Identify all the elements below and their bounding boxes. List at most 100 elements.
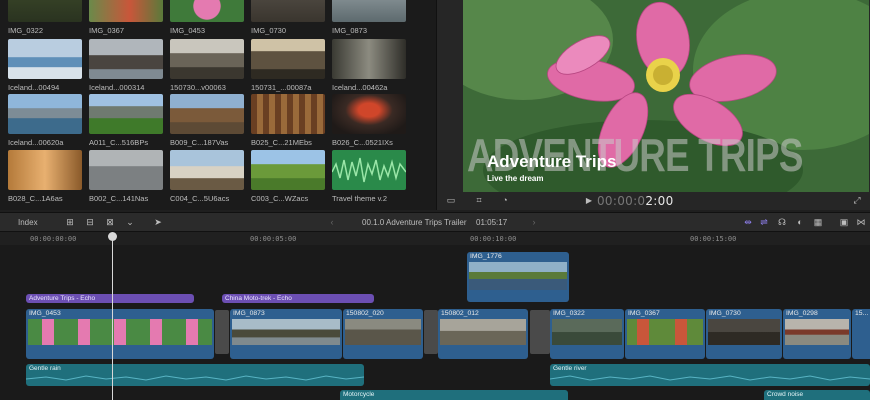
clip-appearance-icon[interactable]: ▦ (812, 217, 824, 228)
primary-clip[interactable]: 150802_020 (343, 309, 423, 359)
playhead[interactable] (112, 234, 113, 400)
primary-clip[interactable]: IMG_0322 (550, 309, 624, 359)
view-options-icon[interactable]: ▭ (445, 195, 457, 206)
clip-filmstrip (785, 319, 849, 345)
clip-label: 150731_...00087a (251, 83, 312, 92)
clip-thumbnail[interactable]: B025_C...21MEbs (251, 94, 325, 147)
clip-thumbnail[interactable]: IMG_0322 (8, 0, 82, 35)
time-ruler[interactable]: 00:00:00:00 00:00:05:00 00:00:10:00 00:0… (0, 232, 870, 245)
waveform-icon (332, 157, 406, 183)
clip-thumbnail[interactable]: B026_C...0521IXs (332, 94, 406, 147)
clip-filmstrip (28, 319, 212, 345)
timeline: 00:00:00:00 00:00:05:00 00:00:10:00 00:0… (0, 232, 870, 400)
timeline-toolbar: Index ⊞ ⊟ ⊠ ⌄ ➤ ‹ 00.1.0 Adventure Trips… (0, 212, 870, 232)
clip-label: Iceland...00620a (8, 138, 64, 147)
clip-label: IMG_0873 (332, 26, 368, 35)
audio-waveform (550, 375, 870, 381)
clip-thumbnail[interactable]: Iceland...00494 (8, 39, 82, 92)
forward-arrow-icon[interactable]: › (528, 217, 540, 228)
fullscreen-icon[interactable]: ⤢ (851, 195, 863, 206)
music-clip[interactable]: Gentle rain (26, 364, 364, 386)
clip-filmstrip (469, 262, 567, 290)
project-title[interactable]: 00.1.0 Adventure Trips Trailer (362, 218, 467, 227)
skimming-icon[interactable]: ⇹ (742, 217, 754, 228)
sound-effect-clip[interactable]: China Moto-trek - Echo (222, 294, 374, 303)
back-arrow-icon[interactable]: ‹ (326, 217, 338, 228)
clip-label: IMG_0453 (170, 26, 206, 35)
transition-clip[interactable] (530, 310, 550, 354)
clip-label: C004_C...5U6acs (170, 194, 230, 203)
clip-filmstrip (345, 319, 421, 345)
sound-effect-clip[interactable]: Adventure Trips - Echo (26, 294, 194, 303)
transitions-icon[interactable]: ⋈ (855, 217, 867, 228)
select-tool-icon[interactable]: ➤ (152, 217, 164, 228)
primary-clip[interactable]: 15... (852, 309, 870, 359)
clip-label: Iceland...00462a (332, 83, 388, 92)
music-clip[interactable]: Motorcycle (340, 390, 568, 400)
clip-thumbnail[interactable]: IMG_0730 (251, 0, 325, 35)
clip-filmstrip (232, 319, 340, 345)
clip-thumbnail[interactable]: 150730...v00063 (170, 39, 244, 92)
clip-filmstrip (627, 319, 703, 345)
clip-label: Iceland...00494 (8, 83, 60, 92)
clip-thumbnail[interactable]: IMG_0873 (332, 0, 406, 35)
music-clip[interactable]: Crowd noise (764, 390, 870, 400)
final-cut-window: IMG_0322 IMG_0367 IMG_0453 IMG_0730 IMG_… (0, 0, 870, 400)
connected-clip[interactable]: IMG_1776 (467, 252, 569, 302)
primary-clip[interactable]: IMG_0873 (230, 309, 342, 359)
play-icon[interactable]: ▶ (583, 195, 595, 206)
clip-thumbnail[interactable]: A011_C...516BPs (89, 94, 163, 147)
clip-thumbnail[interactable]: Travel theme v.2 (332, 150, 406, 203)
insert-icon[interactable]: ⊟ (84, 217, 96, 228)
clip-thumbnail[interactable]: B009_C...187Vas (170, 94, 244, 147)
clip-thumbnail[interactable]: Iceland...00462a (332, 39, 406, 92)
clip-label: 150730...v00063 (170, 83, 226, 92)
primary-clip[interactable]: IMG_0298 (783, 309, 851, 359)
clip-label: IMG_0730 (251, 26, 287, 35)
clip-label: A011_C...516BPs (89, 138, 149, 147)
playhead-handle[interactable] (108, 232, 117, 241)
clip-filmstrip (708, 319, 780, 345)
index-button[interactable]: Index (18, 218, 38, 227)
speed-icon[interactable]: ◔ (499, 195, 511, 206)
ruler-tick: 00:00:05:00 (250, 235, 297, 243)
clip-thumbnail[interactable]: Iceland...000314 (89, 39, 163, 92)
clip-thumbnail[interactable]: C004_C...5U6acs (170, 150, 244, 203)
clip-thumbnail[interactable]: Iceland...00620a (8, 94, 82, 147)
crop-icon[interactable]: ⌗ (473, 195, 485, 206)
music-clip[interactable]: Gentle river (550, 364, 870, 386)
transition-clip[interactable] (424, 310, 438, 354)
viewer: ADVENTURE TRIPS Adventure Trips Live the… (436, 0, 870, 210)
clip-filmstrip (552, 319, 622, 345)
clip-label: B028_C...1A6as (8, 194, 63, 203)
overwrite-icon[interactable]: ⊠ (104, 217, 116, 228)
clip-thumbnail[interactable]: C003_C...WZacs (251, 150, 325, 203)
append-icon[interactable]: ⊞ (64, 217, 76, 228)
audio-waveform (26, 375, 364, 381)
clip-label: C003_C...WZacs (251, 194, 309, 203)
clip-label: B025_C...21MEbs (251, 138, 312, 147)
media-browser: IMG_0322 IMG_0367 IMG_0453 IMG_0730 IMG_… (0, 0, 436, 210)
primary-clip[interactable]: IMG_0453 (26, 309, 214, 359)
clip-label: IMG_0322 (8, 26, 44, 35)
audio-skimming-icon[interactable]: ☊ (776, 217, 788, 228)
primary-clip[interactable]: IMG_0730 (706, 309, 782, 359)
timecode-display: 00:00:02:00 (597, 194, 674, 208)
viewer-controls: ▭ ⌗ ◔ ▶ 00:00:02:00 ⤢ (437, 192, 870, 210)
edit-menu-icon[interactable]: ⌄ (124, 217, 136, 228)
clip-label: B026_C...0521IXs (332, 138, 393, 147)
clip-thumbnail[interactable]: IMG_0367 (89, 0, 163, 35)
transition-clip[interactable] (215, 310, 229, 354)
clip-thumbnail[interactable]: B002_C...141Nas (89, 150, 163, 203)
clip-thumbnail[interactable]: 150731_...00087a (251, 39, 325, 92)
clip-thumbnail[interactable]: IMG_0453 (170, 0, 244, 35)
clip-label: Iceland...000314 (89, 83, 145, 92)
primary-clip[interactable]: 150802_012 (438, 309, 528, 359)
primary-clip[interactable]: IMG_0367 (625, 309, 705, 359)
snapping-icon[interactable]: ⇌ (758, 217, 770, 228)
title-text: Adventure Trips (487, 152, 617, 171)
effects-icon[interactable]: ▣ (838, 217, 850, 228)
solo-icon[interactable]: ◐ (794, 217, 806, 228)
clip-label: IMG_0367 (89, 26, 125, 35)
clip-thumbnail[interactable]: B028_C...1A6as (8, 150, 82, 203)
